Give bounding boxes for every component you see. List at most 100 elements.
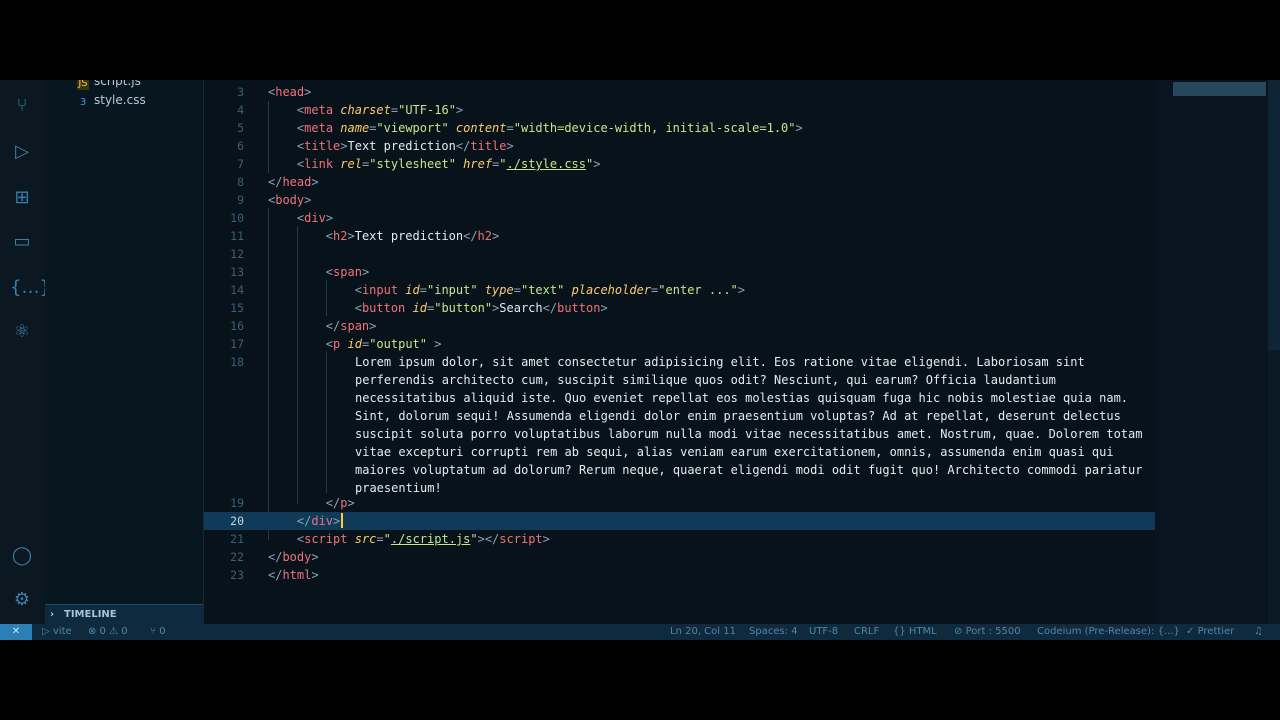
css-file-icon: 3 (79, 97, 87, 108)
code-line: 14 <input id="input" type="text" placeho… (204, 281, 1166, 299)
script-link[interactable]: ./script.js (391, 532, 470, 546)
remote-indicator-icon[interactable]: ✕ (0, 624, 32, 640)
branch-status[interactable]: ▷ vite (42, 624, 72, 640)
code-line: 19 </p> (204, 494, 1166, 512)
branch-label: vite (52, 626, 72, 637)
stylesheet-link[interactable]: ./style.css (507, 157, 586, 171)
line-number: 14 (230, 283, 244, 297)
code-line: 21 <script src="./script.js"></script> (204, 530, 1166, 548)
activity-bar: ⑂ ▷ ⊞ ▭ {…} ⚛ ◯ ⚙ (0, 80, 51, 624)
code-line: 6 <title>Text prediction</title> (204, 137, 1166, 155)
line-number: 23 (230, 568, 244, 582)
paragraph-line: suscipit soluta porro voluptatibus labor… (355, 427, 1143, 441)
line-number: 5 (237, 121, 244, 135)
js-file-icon: JS (77, 80, 89, 90)
vertical-scrollbar[interactable] (1268, 80, 1280, 624)
line-number: 4 (237, 103, 244, 117)
file-item-script-js[interactable]: JS script.js (77, 80, 141, 90)
line-number: 22 (230, 550, 244, 564)
paragraph-line: Lorem ipsum dolor, sit amet consectetur … (355, 355, 1085, 369)
input-id-value: input (434, 283, 471, 297)
code-line: 3 <head> (204, 83, 1166, 101)
timeline-panel-header[interactable]: › TIMELINE (45, 604, 203, 625)
account-icon[interactable]: ◯ (10, 544, 34, 568)
prettier-status[interactable]: ✓ Prettier (1186, 624, 1234, 640)
extensions-icon[interactable]: ⊞ (10, 186, 34, 210)
input-placeholder-value: enter ... (665, 283, 731, 297)
react-icon[interactable]: ⚛ (10, 320, 34, 344)
line-number: 21 (230, 532, 244, 546)
code-line: 11 <h2>Text prediction</h2> (204, 227, 1166, 245)
line-number: 9 (237, 193, 244, 207)
paragraph-line: maiores voluptatum ad dolorum? Rerum neq… (355, 463, 1143, 477)
status-bar: ✕ ▷ vite ⊗ 0 ⚠ 0 ⑂ 0 Ln 20, Col 11 Space… (0, 624, 1280, 640)
indentation-status[interactable]: Spaces: 4 (749, 624, 798, 640)
source-control-icon[interactable]: ⑂ (10, 94, 34, 118)
ports-icon: ⑂ (150, 626, 160, 637)
check-icon: ✓ (1186, 626, 1198, 637)
line-number: 8 (237, 175, 244, 189)
code-line: 23 </html> (204, 566, 1166, 584)
line-number: 20 (230, 514, 244, 528)
run-debug-icon[interactable]: ▷ (10, 140, 34, 164)
encoding-status[interactable]: UTF-8 (809, 624, 838, 640)
line-number: 10 (230, 211, 244, 225)
paragraph-line: necessitatibus aliquid iste. Quo eveniet… (355, 391, 1129, 405)
ports-status[interactable]: ⑂ 0 (150, 624, 166, 640)
cursor-position-status[interactable]: Ln 20, Col 11 (670, 624, 736, 640)
line-number: 6 (237, 139, 244, 153)
link-rel-value: stylesheet (376, 157, 449, 171)
notifications-bell-icon[interactable]: ♫ (1254, 624, 1263, 640)
remote-explorer-icon[interactable]: ▭ (10, 230, 34, 254)
port-label: Port : 5500 (965, 626, 1021, 637)
language-label: HTML (908, 626, 937, 637)
code-editor[interactable]: 3 <head> 4 <meta charset="UTF-16"> 5 <met… (204, 80, 1166, 624)
button-text: Search (499, 301, 543, 315)
line-number: 3 (237, 85, 244, 99)
json-icon[interactable]: {…} (10, 276, 51, 300)
line-number: 11 (230, 229, 244, 243)
code-line: 4 <meta charset="UTF-16"> (204, 101, 1166, 119)
braces-icon: {} (893, 626, 909, 637)
prettier-label: Prettier (1197, 626, 1235, 637)
vscode-window: ⑂ ▷ ⊞ ▭ {…} ⚛ ◯ ⚙ JS script.js 3 style.css… (0, 80, 1280, 640)
code-line: 12 (204, 245, 1166, 263)
live-server-status[interactable]: ⊘ Port : 5500 (954, 624, 1021, 640)
line-number: 18 (230, 355, 244, 369)
code-line: 8 </head> (204, 173, 1166, 191)
line-number: 12 (230, 247, 244, 261)
paragraph-line: vitae excepturi corrupti rem ab sequi, a… (355, 445, 1114, 459)
code-line: 17 <p id="output" > (204, 335, 1166, 353)
chevron-right-icon: › (50, 609, 55, 620)
problems-status[interactable]: ⊗ 0 ⚠ 0 (88, 624, 128, 640)
code-line: 5 <meta name="viewport" content="width=d… (204, 119, 1166, 137)
line-number: 13 (230, 265, 244, 279)
code-line: 15 <button id="button">Search</button> (204, 299, 1166, 317)
meta-name-value: viewport (383, 121, 442, 135)
language-status[interactable]: {} HTML (893, 624, 937, 640)
text-cursor (341, 513, 344, 528)
meta-content-value: width=device-width, initial-scale=1.0 (520, 121, 789, 135)
paragraph-line: Sint, dolorum sequi! Assumenda eligendi … (355, 409, 1121, 423)
eol-status[interactable]: CRLF (854, 624, 879, 640)
codeium-status[interactable]: Codeium (Pre-Release): {...} (1037, 624, 1180, 640)
p-id-value: output (376, 337, 420, 351)
timeline-label: TIMELINE (64, 609, 117, 620)
code-line: 9 <body> (204, 191, 1166, 209)
explorer-sidebar: JS script.js 3 style.css › TIMELINE (45, 80, 204, 625)
scrollbar-thumb[interactable] (1268, 80, 1280, 350)
ports-count: 0 (159, 626, 166, 637)
line-number: 7 (237, 157, 244, 171)
paragraph-line: praesentium! (355, 481, 442, 495)
file-name: style.css (94, 93, 146, 107)
settings-gear-icon[interactable]: ⚙ (10, 588, 34, 612)
code-line: 16 </span> (204, 317, 1166, 335)
file-item-style-css[interactable]: 3 style.css (77, 91, 146, 109)
button-id-value: button (441, 301, 485, 315)
play-icon: ▷ (42, 626, 53, 637)
line-number: 16 (230, 319, 244, 333)
heading-text: Text prediction (354, 229, 464, 243)
broadcast-icon: ⊘ (954, 626, 966, 637)
minimap[interactable] (1155, 80, 1268, 624)
charset-value: UTF-16 (405, 103, 449, 117)
